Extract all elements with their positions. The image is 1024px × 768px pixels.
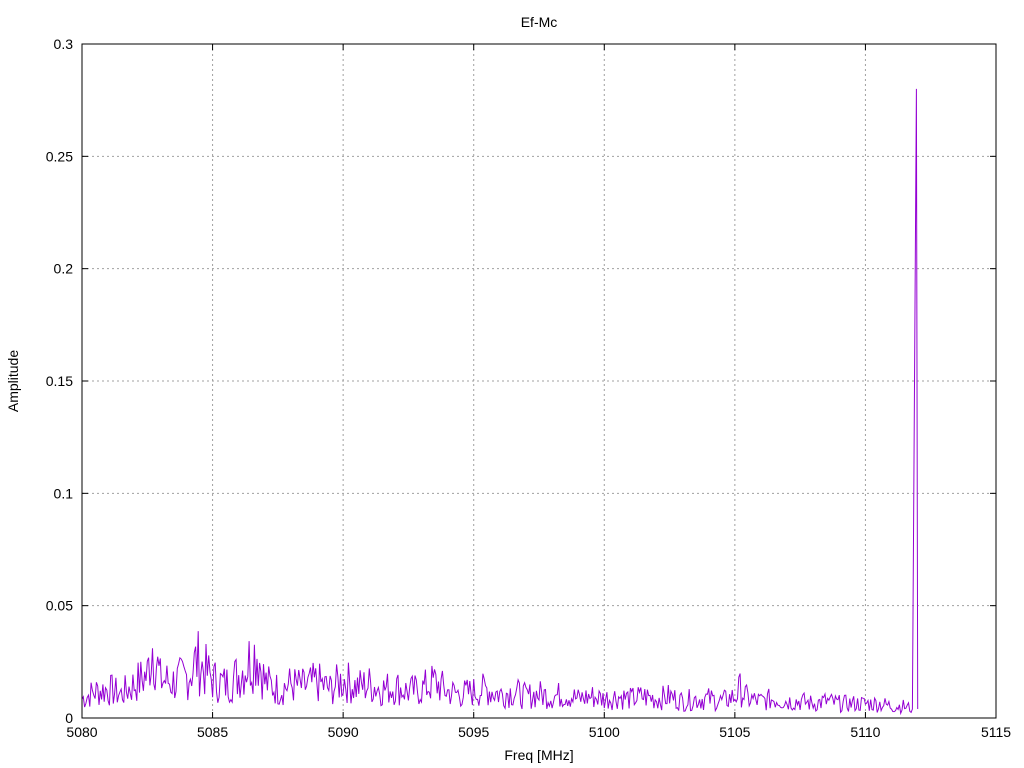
y-axis-title: Amplitude [5,350,21,412]
chart: 5080 5085 5090 5095 5100 5105 5110 5115 0 0.05 0.1… [0,0,1024,768]
y-tick-label: 0.25 [46,148,73,164]
x-tick-label: 5095 [458,724,489,740]
x-axis-title: Freq [MHz] [504,747,573,763]
chart-background [0,0,1024,768]
x-tick-label: 5105 [719,724,750,740]
y-tick-label: 0 [65,710,73,726]
y-tick-label: 0.3 [54,36,74,52]
x-tick-label: 5085 [197,724,228,740]
x-tick-label: 5080 [66,724,97,740]
chart-title: Ef-Mc [521,14,558,30]
y-tick-label: 0.1 [54,485,74,501]
x-tick-label: 5100 [589,724,620,740]
x-tick-label: 5090 [328,724,359,740]
x-tick-label: 5115 [981,724,1011,740]
y-tick-label: 0.05 [46,598,73,614]
y-tick-label: 0.15 [46,373,73,389]
y-tick-label: 0.2 [54,261,74,277]
x-tick-label: 5110 [850,724,880,740]
